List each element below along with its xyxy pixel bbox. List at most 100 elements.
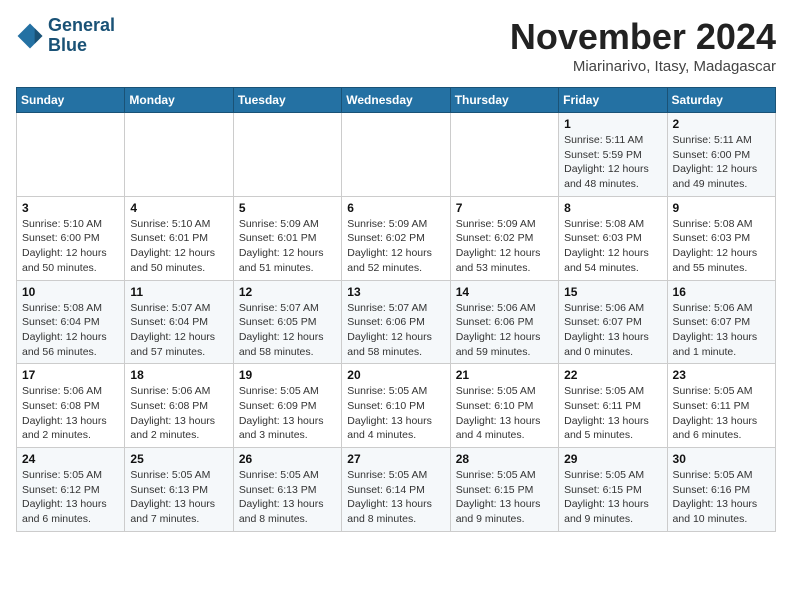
day-info: Sunrise: 5:06 AM Sunset: 6:08 PM Dayligh… [130,384,227,443]
calendar-cell: 23 Sunrise: 5:05 AM Sunset: 6:11 PM Dayli… [667,364,775,448]
day-number: 24 [22,452,119,466]
calendar-cell [125,113,233,197]
day-info: Sunrise: 5:06 AM Sunset: 6:06 PM Dayligh… [456,301,553,360]
weekday-header: Thursday [450,88,558,113]
day-info: Sunrise: 5:05 AM Sunset: 6:10 PM Dayligh… [456,384,553,443]
calendar-cell: 28 Sunrise: 5:05 AM Sunset: 6:15 PM Dayli… [450,448,558,532]
day-info: Sunrise: 5:05 AM Sunset: 6:10 PM Dayligh… [347,384,444,443]
calendar-cell: 21 Sunrise: 5:05 AM Sunset: 6:10 PM Dayli… [450,364,558,448]
day-number: 8 [564,201,661,215]
calendar-cell: 10Sunrise: 5:08 AM Sunset: 6:04 PM Dayli… [17,280,125,364]
calendar-cell: 16Sunrise: 5:06 AM Sunset: 6:07 PM Dayli… [667,280,775,364]
day-number: 14 [456,285,553,299]
calendar-cell: 13 Sunrise: 5:07 AM Sunset: 6:06 PM Dayli… [342,280,450,364]
day-number: 5 [239,201,336,215]
day-info: Sunrise: 5:10 AM Sunset: 6:00 PM Dayligh… [22,217,119,276]
day-number: 20 [347,368,444,382]
day-number: 10 [22,285,119,299]
calendar-week-row: 10Sunrise: 5:08 AM Sunset: 6:04 PM Dayli… [17,280,776,364]
calendar-week-row: 24 Sunrise: 5:05 AM Sunset: 6:12 PM Dayli… [17,448,776,532]
calendar-cell: 24 Sunrise: 5:05 AM Sunset: 6:12 PM Dayli… [17,448,125,532]
day-info: Sunrise: 5:09 AM Sunset: 6:02 PM Dayligh… [347,217,444,276]
page-header: General Blue November 2024 Miarinarivo, … [16,16,776,75]
day-number: 19 [239,368,336,382]
day-info: Sunrise: 5:05 AM Sunset: 6:15 PM Dayligh… [564,468,661,527]
day-number: 7 [456,201,553,215]
day-number: 18 [130,368,227,382]
logo-icon [16,22,44,50]
day-info: Sunrise: 5:05 AM Sunset: 6:12 PM Dayligh… [22,468,119,527]
calendar-cell: 19 Sunrise: 5:05 AM Sunset: 6:09 PM Dayli… [233,364,341,448]
day-number: 26 [239,452,336,466]
day-number: 25 [130,452,227,466]
day-number: 17 [22,368,119,382]
day-info: Sunrise: 5:05 AM Sunset: 6:15 PM Dayligh… [456,468,553,527]
day-number: 23 [673,368,770,382]
calendar-week-row: 3 Sunrise: 5:10 AM Sunset: 6:00 PM Daylig… [17,196,776,280]
calendar-cell: 26 Sunrise: 5:05 AM Sunset: 6:13 PM Dayli… [233,448,341,532]
logo-text: General Blue [48,16,115,56]
calendar-cell: 11 Sunrise: 5:07 AM Sunset: 6:04 PM Dayli… [125,280,233,364]
day-info: Sunrise: 5:06 AM Sunset: 6:07 PM Dayligh… [564,301,661,360]
day-info: Sunrise: 5:09 AM Sunset: 6:02 PM Dayligh… [456,217,553,276]
day-number: 3 [22,201,119,215]
calendar-cell [450,113,558,197]
logo: General Blue [16,16,115,56]
calendar-cell: 3 Sunrise: 5:10 AM Sunset: 6:00 PM Daylig… [17,196,125,280]
month-title: November 2024 [510,16,776,58]
day-number: 12 [239,285,336,299]
day-number: 13 [347,285,444,299]
day-number: 11 [130,285,227,299]
calendar-cell [17,113,125,197]
weekday-header: Friday [559,88,667,113]
calendar-cell: 14 Sunrise: 5:06 AM Sunset: 6:06 PM Dayli… [450,280,558,364]
day-info: Sunrise: 5:05 AM Sunset: 6:13 PM Dayligh… [130,468,227,527]
calendar-cell: 22 Sunrise: 5:05 AM Sunset: 6:11 PM Dayli… [559,364,667,448]
day-info: Sunrise: 5:10 AM Sunset: 6:01 PM Dayligh… [130,217,227,276]
calendar-cell: 8 Sunrise: 5:08 AM Sunset: 6:03 PM Daylig… [559,196,667,280]
day-info: Sunrise: 5:05 AM Sunset: 6:09 PM Dayligh… [239,384,336,443]
day-info: Sunrise: 5:11 AM Sunset: 5:59 PM Dayligh… [564,133,661,192]
title-block: November 2024 Miarinarivo, Itasy, Madaga… [510,16,776,75]
weekday-header: Wednesday [342,88,450,113]
day-info: Sunrise: 5:05 AM Sunset: 6:16 PM Dayligh… [673,468,770,527]
day-number: 2 [673,117,770,131]
day-number: 27 [347,452,444,466]
weekday-header: Tuesday [233,88,341,113]
calendar-cell [342,113,450,197]
calendar-cell: 27Sunrise: 5:05 AM Sunset: 6:14 PM Dayli… [342,448,450,532]
calendar-cell: 30Sunrise: 5:05 AM Sunset: 6:16 PM Dayli… [667,448,775,532]
day-info: Sunrise: 5:06 AM Sunset: 6:08 PM Dayligh… [22,384,119,443]
day-info: Sunrise: 5:07 AM Sunset: 6:04 PM Dayligh… [130,301,227,360]
day-number: 9 [673,201,770,215]
weekday-header: Monday [125,88,233,113]
day-info: Sunrise: 5:05 AM Sunset: 6:11 PM Dayligh… [673,384,770,443]
day-info: Sunrise: 5:08 AM Sunset: 6:03 PM Dayligh… [564,217,661,276]
day-info: Sunrise: 5:07 AM Sunset: 6:06 PM Dayligh… [347,301,444,360]
calendar-cell: 5 Sunrise: 5:09 AM Sunset: 6:01 PM Daylig… [233,196,341,280]
calendar-cell: 6 Sunrise: 5:09 AM Sunset: 6:02 PM Daylig… [342,196,450,280]
day-number: 29 [564,452,661,466]
location: Miarinarivo, Itasy, Madagascar [510,58,776,75]
weekday-header: Sunday [17,88,125,113]
day-info: Sunrise: 5:11 AM Sunset: 6:00 PM Dayligh… [673,133,770,192]
day-number: 15 [564,285,661,299]
calendar-week-row: 17 Sunrise: 5:06 AM Sunset: 6:08 PM Dayli… [17,364,776,448]
calendar-cell: 18 Sunrise: 5:06 AM Sunset: 6:08 PM Dayli… [125,364,233,448]
calendar-cell [233,113,341,197]
day-number: 28 [456,452,553,466]
day-number: 6 [347,201,444,215]
day-info: Sunrise: 5:05 AM Sunset: 6:11 PM Dayligh… [564,384,661,443]
calendar-cell: 20 Sunrise: 5:05 AM Sunset: 6:10 PM Dayli… [342,364,450,448]
weekday-header-row: SundayMondayTuesdayWednesdayThursdayFrid… [17,88,776,113]
day-info: Sunrise: 5:09 AM Sunset: 6:01 PM Dayligh… [239,217,336,276]
day-number: 4 [130,201,227,215]
day-info: Sunrise: 5:07 AM Sunset: 6:05 PM Dayligh… [239,301,336,360]
calendar-cell: 9Sunrise: 5:08 AM Sunset: 6:03 PM Daylig… [667,196,775,280]
day-number: 22 [564,368,661,382]
calendar-cell: 2 Sunrise: 5:11 AM Sunset: 6:00 PM Daylig… [667,113,775,197]
day-info: Sunrise: 5:05 AM Sunset: 6:13 PM Dayligh… [239,468,336,527]
calendar-cell: 17 Sunrise: 5:06 AM Sunset: 6:08 PM Dayli… [17,364,125,448]
calendar-cell: 1Sunrise: 5:11 AM Sunset: 5:59 PM Daylig… [559,113,667,197]
day-number: 21 [456,368,553,382]
